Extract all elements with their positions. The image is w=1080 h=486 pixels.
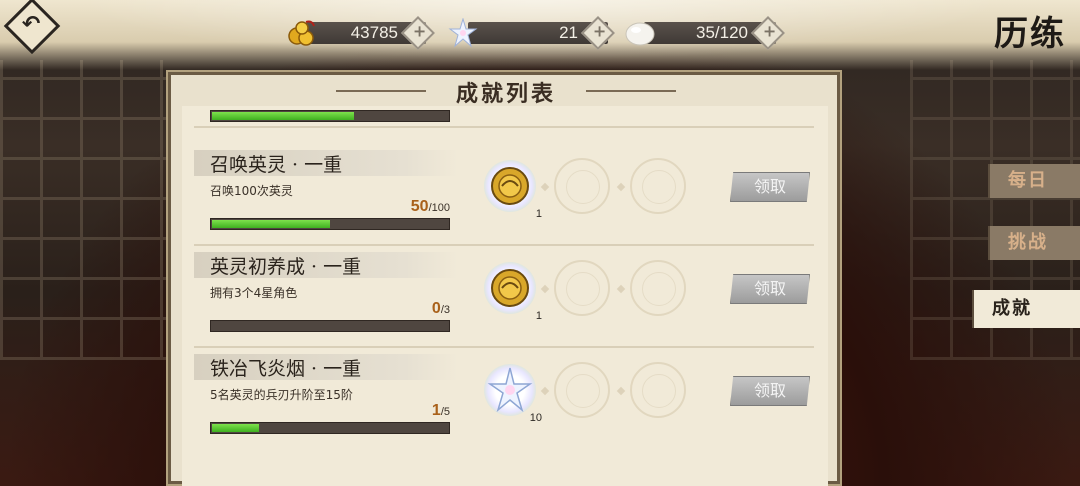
progress-fill	[212, 112, 354, 120]
page-title: 历练	[994, 14, 1066, 54]
list-item-partial	[194, 94, 814, 128]
progress-text: 0/3	[432, 300, 450, 318]
progress-fill	[212, 424, 260, 432]
progress-current: 0	[431, 300, 441, 317]
reward-item[interactable]: 10	[484, 364, 542, 424]
progress-text: 1/5	[432, 402, 450, 420]
progress-bar	[210, 218, 450, 230]
progress-current: 50	[410, 198, 429, 215]
gold-medal-icon	[491, 167, 529, 205]
star-crystal-icon	[487, 367, 533, 413]
progress-bar	[210, 110, 450, 122]
empty-reward-slot	[554, 158, 610, 214]
reward-count: 10	[529, 412, 542, 424]
progress-current: 1	[431, 402, 441, 419]
reward-count: 1	[535, 208, 542, 220]
reward-item[interactable]: 1	[484, 160, 542, 220]
progress-text: 50/100	[411, 198, 450, 216]
plus-icon: +	[592, 21, 607, 41]
empty-reward-slot	[630, 362, 686, 418]
claim-button[interactable]: 领取	[730, 376, 810, 406]
plus-icon: +	[762, 21, 777, 41]
reward-item[interactable]: 1	[484, 262, 542, 322]
tab-challenge[interactable]: 挑战	[988, 226, 1080, 260]
progress-bar	[210, 422, 450, 434]
achievement-desc: 拥有3个4星角色	[210, 286, 298, 300]
stamina-currency: 35/120 +	[624, 16, 785, 50]
gold-currency: 43785 +	[286, 16, 435, 50]
stamina-stone-icon	[625, 22, 655, 46]
empty-reward-slot	[554, 362, 610, 418]
list-item: 铁冶飞炎烟 · 一重 5名英灵的兵刃升阶至15阶 1/5 10 领取	[194, 350, 814, 444]
progress-max: /100	[428, 202, 450, 214]
gold-value: 43785	[350, 23, 398, 42]
progress-max: /3	[440, 304, 450, 316]
star-crystal-icon	[448, 18, 478, 48]
progress-bar	[210, 320, 450, 332]
achievement-desc: 5名英灵的兵刃升阶至15阶	[210, 388, 353, 402]
back-arrow-icon: ↶	[21, 11, 41, 37]
claim-button[interactable]: 领取	[730, 172, 810, 202]
tab-achievement[interactable]: 成就	[972, 290, 1080, 328]
achievement-name: 召唤英灵 · 一重	[210, 154, 343, 176]
list-item: 召唤英灵 · 一重 召唤100次英灵 50/100 1 领取	[194, 146, 814, 246]
progress-fill	[212, 220, 330, 228]
stamina-value: 35/120	[696, 23, 748, 42]
claim-button[interactable]: 领取	[730, 274, 810, 304]
achievement-name: 英灵初养成 · 一重	[210, 256, 362, 278]
tab-daily[interactable]: 每日	[988, 164, 1080, 198]
gold-coin-icon	[288, 20, 315, 46]
reward-count: 1	[535, 310, 542, 322]
background-lattice-left	[0, 60, 170, 360]
progress-max: /5	[440, 406, 450, 418]
crystal-value: 21	[559, 23, 578, 42]
achievement-panel: 成就列表 召唤英灵 · 一重 召唤100次英灵 50/100 1 领取 英灵初养…	[166, 70, 842, 486]
list-item: 英灵初养成 · 一重 拥有3个4星角色 0/3 1 领取	[194, 248, 814, 348]
empty-reward-slot	[630, 260, 686, 316]
achievement-name: 铁冶飞炎烟 · 一重	[210, 358, 362, 380]
achievement-desc: 召唤100次英灵	[210, 184, 293, 198]
plus-icon: +	[412, 21, 427, 41]
empty-reward-slot	[630, 158, 686, 214]
empty-reward-slot	[554, 260, 610, 316]
gold-medal-icon	[491, 269, 529, 307]
crystal-currency: 21 +	[448, 16, 615, 50]
